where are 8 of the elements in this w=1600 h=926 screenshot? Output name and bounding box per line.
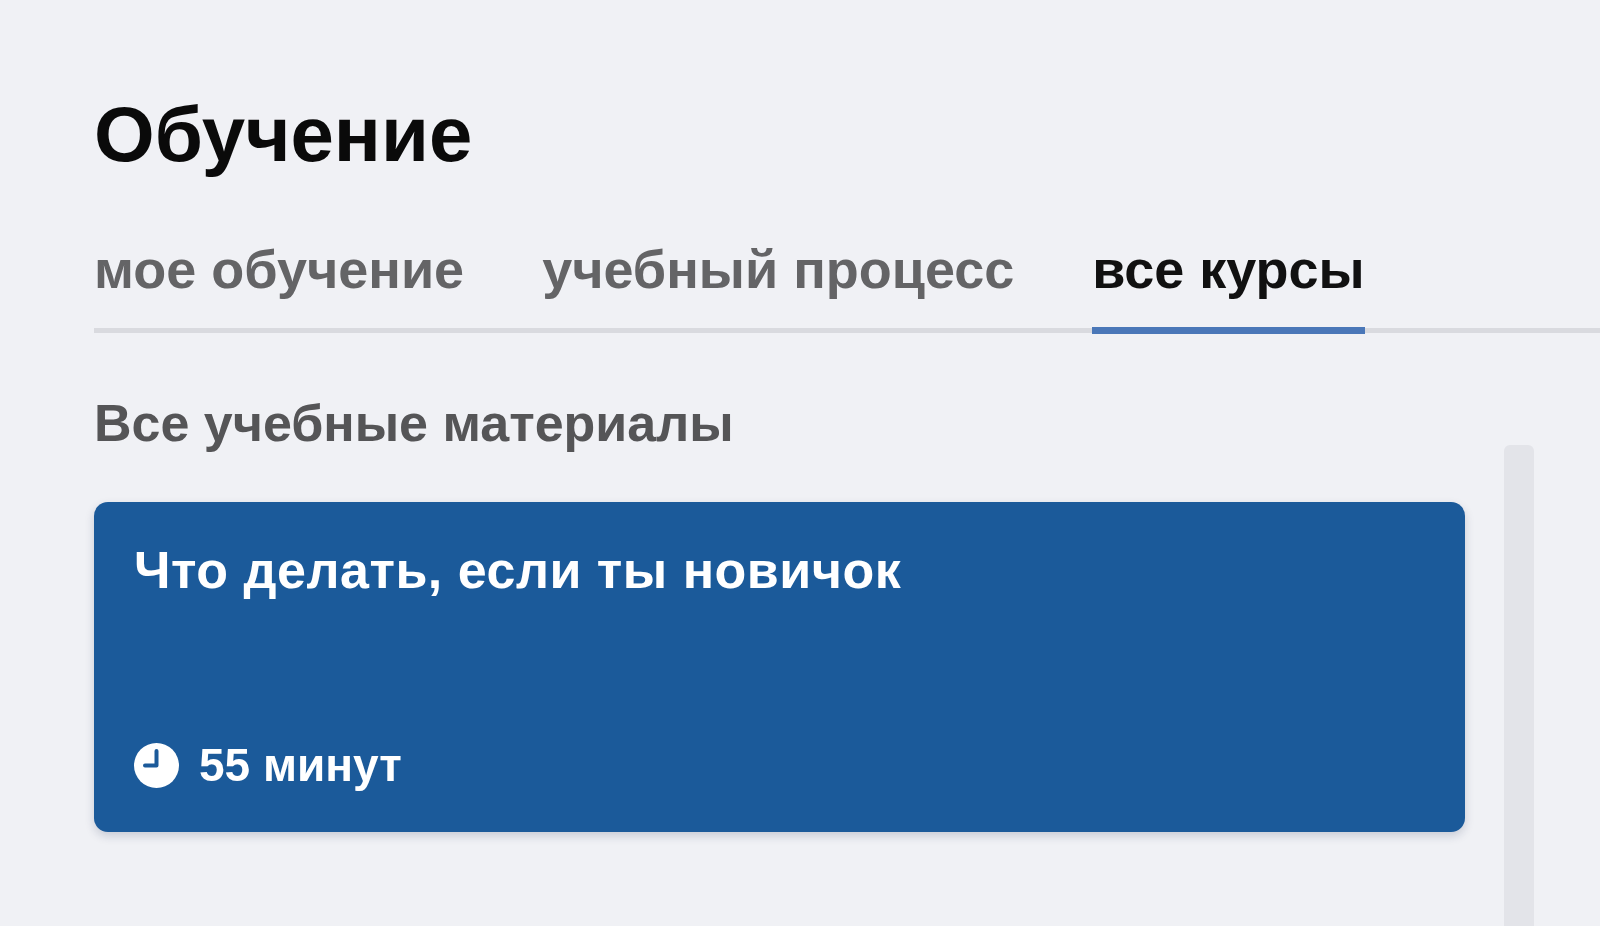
course-title: Что делать, если ты новичок bbox=[134, 542, 903, 600]
tab[interactable]: мое обучение bbox=[94, 242, 465, 334]
clock-icon bbox=[134, 742, 179, 788]
section-title: Все учебные материалы bbox=[94, 395, 735, 453]
tab[interactable]: учебный процесс bbox=[542, 242, 1015, 334]
course-duration: 55 минут bbox=[199, 742, 402, 789]
tab[interactable]: все курсы bbox=[1092, 242, 1365, 334]
course-card[interactable]: Что делать, если ты новичок 55 минут bbox=[94, 502, 1465, 833]
